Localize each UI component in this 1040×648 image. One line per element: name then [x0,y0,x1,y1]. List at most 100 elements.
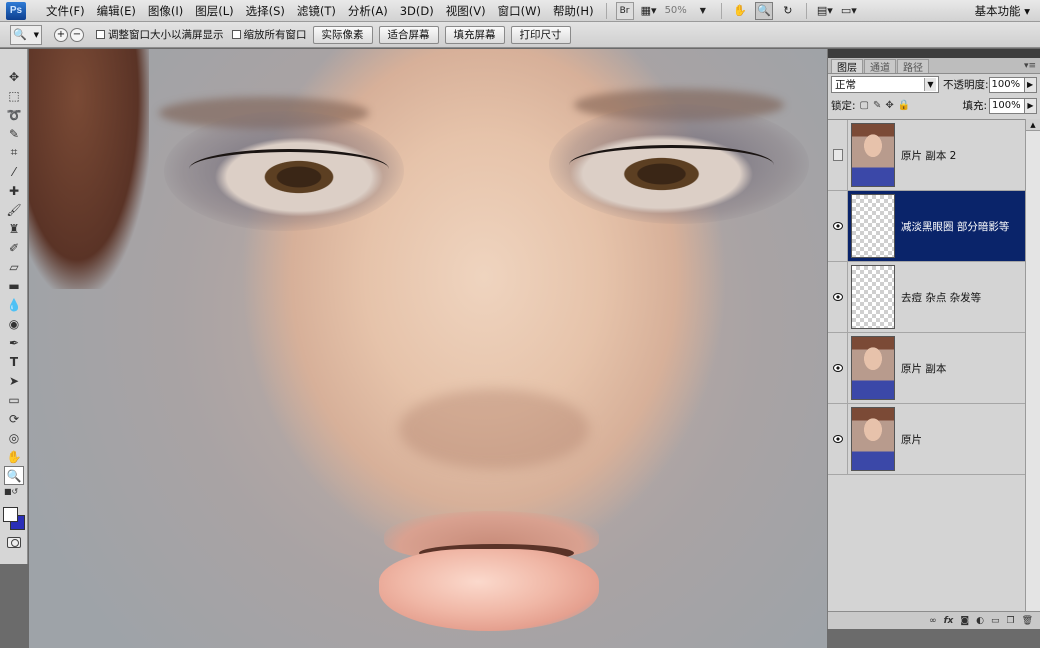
3d-orbit-tool-icon[interactable]: ◎ [4,428,24,447]
visibility-toggle[interactable] [828,120,848,190]
menu-file[interactable]: 文件(F) [40,3,91,19]
tab-layers[interactable]: 图层 [831,59,863,74]
zoom-dropdown-icon[interactable]: ▼ [694,2,712,20]
opacity-input[interactable]: 100% [988,76,1025,93]
zoom-all-windows-checkbox[interactable]: 缩放所有窗口 [231,27,307,42]
visibility-toggle[interactable] [828,191,848,261]
pen-tool-icon[interactable]: ✒ [4,333,24,352]
photo-nose-shadow [399,389,589,469]
lock-all-icon[interactable]: 🔒 [898,100,910,111]
lock-image-icon[interactable]: ✎ [873,100,881,111]
menu-select[interactable]: 选择(S) [240,3,291,19]
3d-rotate-tool-icon[interactable]: ⟳ [4,409,24,428]
layer-row[interactable]: 原片 副本 [828,333,1025,404]
scroll-up-icon[interactable]: ▲ [1026,119,1040,131]
resize-windows-checkbox[interactable]: 调整窗口大小以满屏显示 [96,27,224,42]
arrange-documents-icon[interactable]: ▤▾ [816,2,834,20]
clone-stamp-tool-icon[interactable]: ♜ [4,219,24,238]
rotate-view-icon[interactable]: ↻ [779,2,797,20]
menu-separator [805,2,807,19]
mask-icon[interactable]: ◙ [960,616,969,626]
menu-3d[interactable]: 3D(D) [394,4,440,18]
layer-row[interactable]: 减淡黑眼圈 部分暗影等 [828,191,1025,262]
lock-transparent-icon[interactable]: ▢ [860,100,869,111]
lock-position-icon[interactable]: ✥ [885,100,893,111]
eyedropper-tool-icon[interactable]: ⁄ [4,162,24,181]
blur-tool-icon[interactable]: 💧 [4,295,24,314]
tool-preset-picker[interactable]: 🔍 ▼ [10,24,42,45]
chevron-down-icon: ▼ [33,30,39,39]
eye-icon [832,222,843,230]
lasso-tool-icon[interactable]: ➰ [4,105,24,124]
shape-tool-icon[interactable]: ▭ [4,390,24,409]
foreground-color-swatch[interactable] [3,507,18,522]
adjustment-icon[interactable]: ◐ [976,616,984,626]
print-size-button[interactable]: 打印尺寸 [510,25,571,44]
menu-analysis[interactable]: 分析(A) [342,3,394,19]
bridge-button[interactable]: Br [615,1,634,20]
opacity-slider-icon[interactable]: ▶ [1024,76,1037,93]
visibility-toggle[interactable] [828,404,848,474]
gradient-tool-icon[interactable]: ▬ [4,276,24,295]
healing-brush-tool-icon[interactable]: ✚ [4,181,24,200]
fit-screen-button[interactable]: 适合屏幕 [378,25,439,44]
workspace-switcher[interactable]: 基本功能 ▾ [975,3,1030,19]
trash-icon[interactable]: 🗑 [1022,616,1033,626]
fx-icon[interactable]: fx [944,616,954,626]
menu-view[interactable]: 视图(V) [440,3,492,19]
group-icon[interactable]: ▭ [991,616,1000,626]
hand-tool-icon[interactable]: ✋ [731,2,749,20]
eye-icon [832,364,843,372]
menu-filter[interactable]: 滤镜(T) [291,3,342,19]
panel-menu-icon[interactable]: ▾≡ [1024,61,1036,71]
menu-edit[interactable]: 编辑(E) [91,3,142,19]
tab-channels[interactable]: 通道 [864,59,896,74]
checkbox-box[interactable] [231,30,241,39]
hand-tool-icon[interactable]: ✋ [4,447,24,466]
fill-input[interactable]: 100% [989,97,1025,114]
new-layer-icon[interactable]: ❐ [1006,616,1014,626]
screen-mode-icon[interactable]: ▭▾ [840,2,858,20]
menu-separator [720,2,722,19]
menu-window[interactable]: 窗口(W) [492,3,547,19]
document-canvas[interactable] [29,49,827,648]
type-tool-icon[interactable]: T [4,352,24,371]
brush-tool-icon[interactable]: 🖌 [4,200,24,219]
layer-row[interactable]: 去痘 杂点 杂发等 [828,262,1025,333]
visibility-toggle[interactable] [828,333,848,403]
zoom-out-icon[interactable]: − [70,27,84,42]
fill-slider-icon[interactable]: ▶ [1025,97,1037,114]
eraser-tool-icon[interactable]: ▱ [4,257,24,276]
quick-mask-icon[interactable] [7,537,21,548]
zoom-tool-icon[interactable]: 🔍 [4,466,24,485]
link-icon[interactable]: ∞ [929,616,937,626]
blend-mode-select[interactable]: 正常 ▼ [831,76,939,93]
tab-paths[interactable]: 路径 [897,59,929,74]
marquee-tool-icon[interactable]: ⬚ [4,86,24,105]
quick-selection-tool-icon[interactable]: ✎ [4,124,24,143]
layer-name: 减淡黑眼圈 部分暗影等 [901,220,1010,233]
checkbox-box[interactable] [96,30,105,39]
layers-scrollbar[interactable]: ▲ [1025,119,1040,611]
default-colors-icon[interactable]: ■↺ [4,485,24,497]
dodge-tool-icon[interactable]: ◉ [4,314,24,333]
blend-mode-value: 正常 [835,79,856,91]
history-brush-tool-icon[interactable]: ✐ [4,238,24,257]
path-selection-tool-icon[interactable]: ➤ [4,371,24,390]
menu-layer[interactable]: 图层(L) [189,3,239,19]
crop-tool-icon[interactable]: ⌗ [4,143,24,162]
fill-screen-button[interactable]: 填充屏幕 [444,25,505,44]
move-tool-icon[interactable]: ✥ [4,67,24,86]
zoom-in-icon[interactable]: + [54,27,68,42]
layer-row[interactable]: 原片 副本 2 [828,120,1025,191]
visibility-off-icon [832,149,843,161]
visibility-toggle[interactable] [828,262,848,332]
photoshop-logo[interactable]: Ps [6,1,26,20]
menu-help[interactable]: 帮助(H) [547,3,600,19]
layer-row[interactable]: 原片 [828,404,1025,475]
view-extras-button[interactable]: ▦▾ [640,2,658,20]
zoom-level[interactable]: 50% [665,5,687,16]
menu-image[interactable]: 图像(I) [142,3,189,19]
zoom-tool-icon[interactable]: 🔍 [754,1,773,20]
actual-pixels-button[interactable]: 实际像素 [312,25,373,44]
